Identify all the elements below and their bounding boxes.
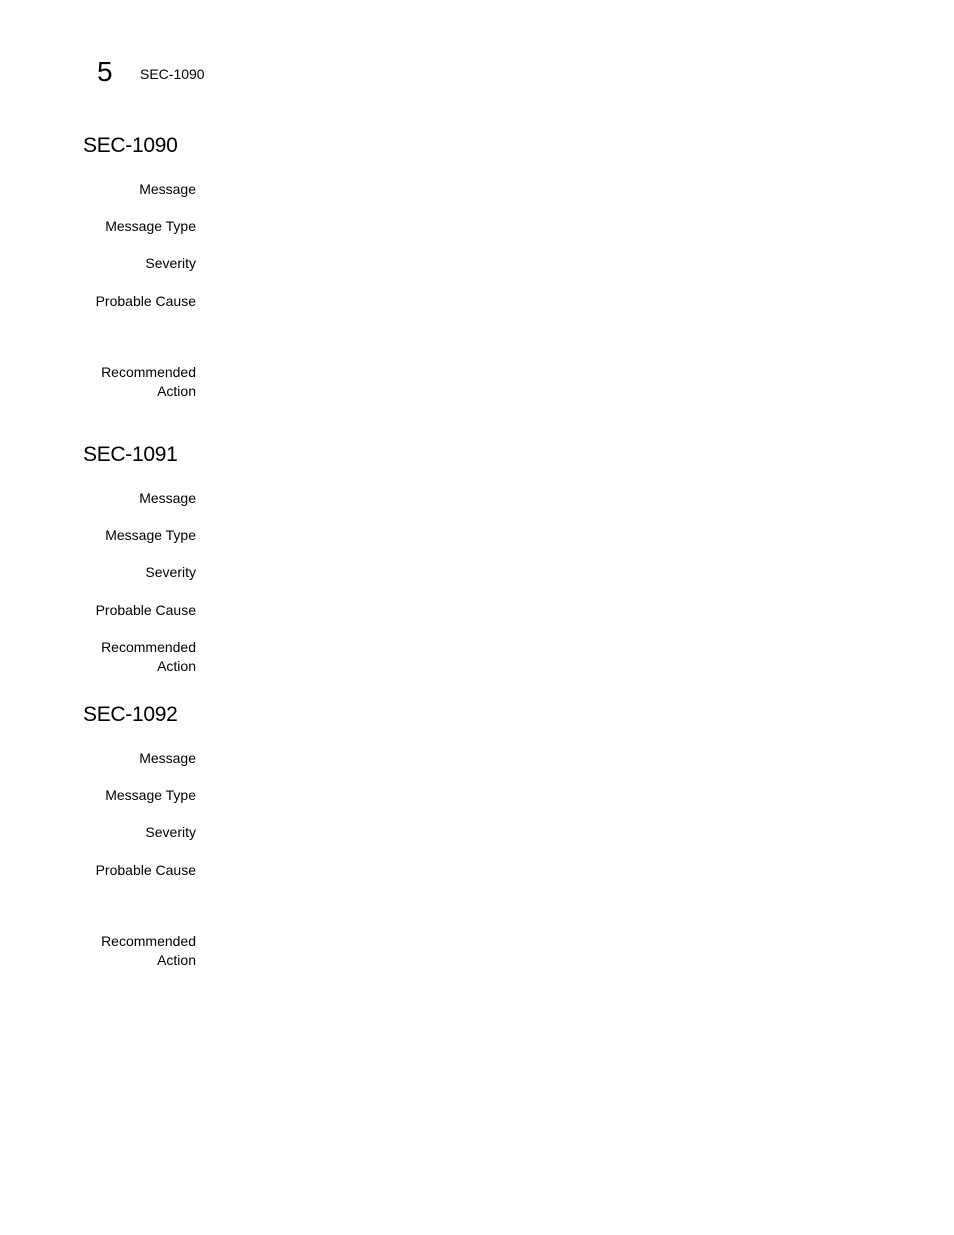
message-label: Message — [139, 181, 196, 197]
message-type-label: Message Type — [105, 527, 196, 543]
section-title: SEC-1091 — [83, 443, 178, 466]
recommended-action-label-line2: Action — [157, 952, 196, 968]
message-section: SEC-1090 Message Message Type Severity P… — [83, 133, 883, 399]
message-type-label: Message Type — [105, 218, 196, 234]
chapter-number: 5 — [97, 56, 113, 87]
header-title: SEC-1090 — [140, 66, 205, 82]
severity-label: Severity — [145, 564, 196, 580]
message-section: SEC-1091 Message Message Type Severity P… — [83, 442, 883, 674]
recommended-action-label: Recommended Action — [83, 638, 196, 676]
severity-label: Severity — [145, 824, 196, 840]
probable-cause-label: Probable Cause — [95, 293, 196, 309]
recommended-action-label: Recommended Action — [83, 363, 196, 401]
probable-cause-label: Probable Cause — [95, 602, 196, 618]
recommended-action-label-line2: Action — [157, 658, 196, 674]
severity-label: Severity — [145, 255, 196, 271]
message-type-label: Message Type — [105, 787, 196, 803]
section-title: SEC-1092 — [83, 703, 178, 726]
probable-cause-label: Probable Cause — [95, 862, 196, 878]
section-title: SEC-1090 — [83, 134, 178, 157]
recommended-action-label-line1: Recommended — [101, 933, 196, 949]
recommended-action-label-line2: Action — [157, 383, 196, 399]
recommended-action-label-line1: Recommended — [101, 364, 196, 380]
message-label: Message — [139, 490, 196, 506]
message-label: Message — [139, 750, 196, 766]
message-section: SEC-1092 Message Message Type Severity P… — [83, 702, 883, 968]
recommended-action-label: Recommended Action — [83, 932, 196, 970]
recommended-action-label-line1: Recommended — [101, 639, 196, 655]
